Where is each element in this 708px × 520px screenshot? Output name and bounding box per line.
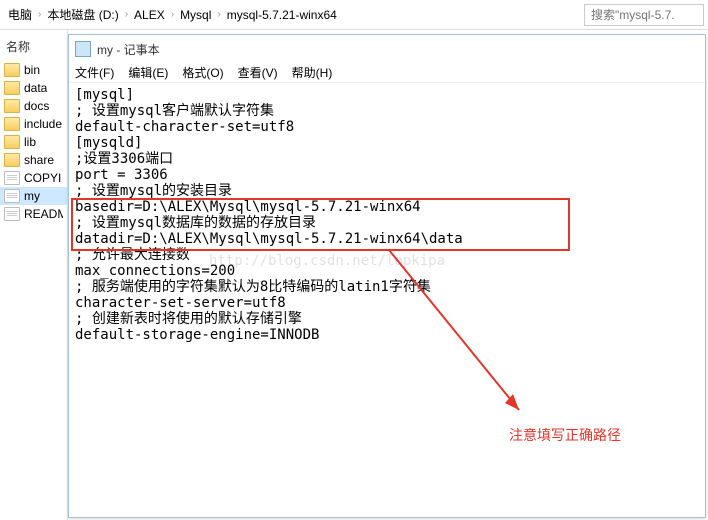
breadcrumb-item[interactable]: ALEX [130, 8, 169, 22]
breadcrumb-item[interactable]: mysql-5.7.21-winx64 [223, 8, 341, 22]
menu-help[interactable]: 帮助(H) [292, 64, 333, 81]
chevron-right-icon: › [169, 9, 176, 20]
annotation-note: 注意填写正确路径 [509, 425, 621, 445]
list-item[interactable]: include [0, 115, 67, 133]
file-label: READM [24, 207, 63, 221]
titlebar[interactable]: my - 记事本 [69, 35, 705, 63]
folder-icon [4, 81, 20, 95]
file-label: lib [24, 135, 36, 149]
list-item[interactable]: READM [0, 205, 67, 223]
breadcrumb-item[interactable]: Mysql [176, 8, 215, 22]
file-icon [4, 189, 20, 203]
search-input[interactable] [584, 4, 704, 26]
window-title: my - 记事本 [97, 41, 160, 58]
file-label: data [24, 81, 47, 95]
file-icon [4, 207, 20, 221]
list-item[interactable]: lib [0, 133, 67, 151]
chevron-right-icon: › [215, 9, 222, 20]
folder-icon [4, 63, 20, 77]
notepad-window: my - 记事本 文件(F) 编辑(E) 格式(O) 查看(V) 帮助(H) [… [68, 34, 706, 518]
breadcrumb: 电脑 › 本地磁盘 (D:) › ALEX › Mysql › mysql-5.… [0, 0, 708, 30]
menu-edit[interactable]: 编辑(E) [128, 64, 168, 81]
list-item[interactable]: my [0, 187, 67, 205]
chevron-right-icon: › [36, 9, 43, 20]
list-item[interactable]: bin [0, 61, 67, 79]
menu-view[interactable]: 查看(V) [238, 64, 278, 81]
menu-file[interactable]: 文件(F) [75, 64, 114, 81]
folder-icon [4, 117, 20, 131]
breadcrumb-item[interactable]: 电脑 [4, 6, 36, 23]
main-area: 名称 bin data docs include lib share COPYI… [0, 30, 708, 520]
text-content[interactable]: [mysql] ; 设置mysql客户端默认字符集 default-charac… [69, 83, 705, 347]
list-item[interactable]: data [0, 79, 67, 97]
notepad-icon [75, 41, 91, 57]
file-label: share [24, 153, 54, 167]
file-list-sidebar: 名称 bin data docs include lib share COPYI… [0, 30, 68, 520]
folder-icon [4, 99, 20, 113]
file-label: docs [24, 99, 49, 113]
file-icon [4, 171, 20, 185]
breadcrumb-item[interactable]: 本地磁盘 (D:) [43, 6, 122, 23]
menu-format[interactable]: 格式(O) [182, 64, 223, 81]
file-label: bin [24, 63, 40, 77]
folder-icon [4, 135, 20, 149]
file-label: COPYI [24, 171, 61, 185]
file-label: my [24, 189, 40, 203]
list-item[interactable]: share [0, 151, 67, 169]
list-item[interactable]: docs [0, 97, 67, 115]
menubar: 文件(F) 编辑(E) 格式(O) 查看(V) 帮助(H) [69, 63, 705, 83]
file-label: include [24, 117, 62, 131]
chevron-right-icon: › [123, 9, 130, 20]
list-item[interactable]: COPYI [0, 169, 67, 187]
folder-icon [4, 153, 20, 167]
column-header-name[interactable]: 名称 [0, 36, 67, 61]
